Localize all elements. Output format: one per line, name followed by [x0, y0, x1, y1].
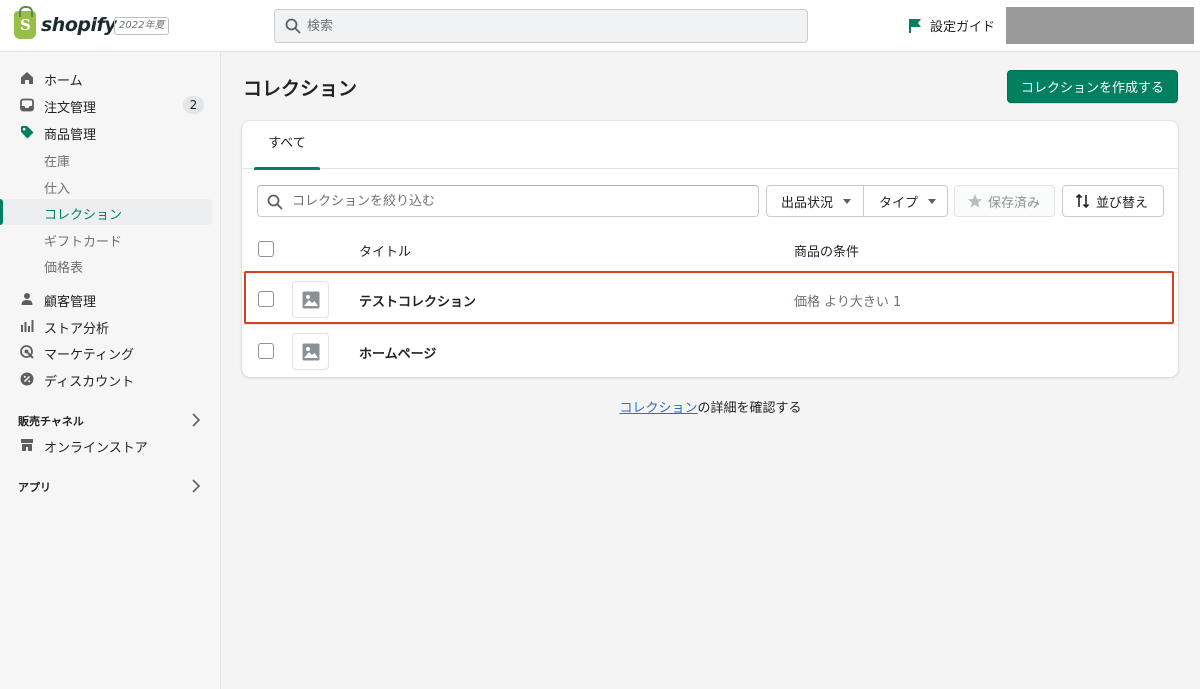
create-collection-button[interactable]: コレクションを作成する: [1007, 70, 1178, 103]
saved-button[interactable]: 保存済み: [954, 185, 1055, 217]
table-row[interactable]: テストコレクション 価格 より大きい 1: [242, 272, 1178, 324]
sales-channels-title: 販売チャネル: [18, 415, 84, 428]
sidebar-item-label: 商品管理: [44, 128, 97, 143]
store-icon: [21, 439, 33, 451]
sort-label: 並び替え: [1096, 195, 1149, 211]
tab-all[interactable]: すべて: [254, 121, 320, 170]
collection-thumbnail: [292, 281, 329, 318]
sidebar-item-label: コレクション: [44, 208, 123, 223]
collection-title[interactable]: ホームページ: [359, 343, 436, 362]
orders-icon: [20, 98, 34, 112]
sidebar-item-purchase-orders[interactable]: 仕入: [0, 173, 221, 199]
sort-button[interactable]: 並び替え: [1062, 185, 1164, 217]
chevron-right-icon[interactable]: [190, 479, 202, 493]
account-menu-redacted[interactable]: [1006, 7, 1194, 44]
sidebar-item-inventory[interactable]: 在庫: [0, 146, 221, 172]
learn-more-text: の詳細を確認する: [697, 401, 802, 416]
sidebar-item-label: ギフトカード: [44, 235, 123, 250]
collection-title[interactable]: テストコレクション: [359, 291, 476, 310]
sidebar-item-marketing[interactable]: マーケティング: [0, 339, 221, 365]
sidebar-item-label: ストア分析: [44, 322, 110, 337]
learn-more-link[interactable]: コレクション: [619, 401, 697, 416]
sidebar-item-label: ホーム: [44, 74, 83, 89]
shopify-bag-icon: S: [14, 6, 36, 39]
sidebar-item-label: 注文管理: [44, 101, 97, 116]
setup-guide-label: 設定ガイド: [930, 20, 996, 35]
page-title: コレクション: [243, 78, 358, 100]
collection-thumbnail: [292, 333, 329, 370]
type-filter-button[interactable]: タイプ: [863, 185, 948, 217]
sidebar-item-label: 顧客管理: [44, 295, 97, 310]
filter-input[interactable]: [292, 186, 752, 216]
sidebar-item-home[interactable]: ホーム: [0, 65, 221, 91]
person-icon: [21, 293, 33, 305]
star-icon: [968, 194, 982, 208]
row-checkbox[interactable]: [258, 343, 274, 359]
row-checkbox[interactable]: [258, 291, 274, 307]
select-all-checkbox[interactable]: [258, 241, 274, 257]
sidebar-item-label: 価格表: [44, 261, 84, 276]
shopify-logo[interactable]: S shopify: [14, 6, 117, 39]
column-header-conditions: 商品の条件: [794, 245, 860, 260]
sidebar-item-analytics[interactable]: ストア分析: [0, 313, 221, 339]
saved-label: 保存済み: [988, 195, 1041, 211]
orders-count-badge: 2: [183, 96, 204, 114]
sidebar: ホーム 注文管理 2 商品管理 在庫 仕入 コレクション ギフトカード 価格表 …: [0, 52, 221, 689]
sidebar-item-label: 在庫: [44, 155, 71, 170]
collection-conditions: 価格 より大きい 1: [794, 295, 902, 310]
type-filter-label: タイプ: [879, 195, 919, 211]
sidebar-item-gift-cards[interactable]: ギフトカード: [0, 226, 221, 252]
collection-filter[interactable]: [257, 185, 759, 217]
search-input[interactable]: [307, 10, 797, 42]
sidebar-item-label: オンラインストア: [44, 441, 148, 456]
sidebar-item-label: 仕入: [44, 182, 71, 197]
edition-badge: 2022年夏: [114, 17, 170, 35]
brand-name: shopify: [41, 14, 117, 36]
logo-letter: S: [20, 16, 31, 34]
sidebar-item-label: マーケティング: [44, 348, 134, 363]
sort-icon: [1075, 193, 1090, 209]
top-bar: S shopify 2022年夏 設定ガイド: [0, 0, 1200, 52]
status-filter-label: 出品状況: [781, 195, 834, 211]
search-icon: [285, 18, 301, 34]
sidebar-item-customers[interactable]: 顧客管理: [0, 286, 221, 312]
analytics-icon: [21, 320, 34, 332]
setup-guide-button[interactable]: 設定ガイド: [908, 16, 995, 35]
discount-icon: [20, 372, 34, 386]
sidebar-item-price-lists[interactable]: 価格表: [0, 252, 221, 278]
flag-icon: [909, 18, 921, 33]
apps-title: アプリ: [18, 481, 51, 494]
column-header-title: タイトル: [359, 245, 412, 260]
home-icon: [21, 72, 33, 84]
sidebar-item-collections[interactable]: コレクション: [0, 199, 212, 225]
tab-bar: すべて: [242, 121, 1178, 170]
table-row[interactable]: ホームページ: [242, 324, 1178, 376]
sidebar-item-discounts[interactable]: ディスカウント: [0, 366, 221, 392]
chevron-right-icon[interactable]: [190, 413, 202, 427]
global-search[interactable]: [274, 9, 808, 43]
image-placeholder-icon: [302, 343, 320, 361]
sidebar-item-online-store[interactable]: オンラインストア: [0, 432, 221, 458]
collections-card: すべて 出品状況 タイプ 保存済み 並び替え タイトル 商品の条件 テストコレク…: [242, 121, 1178, 377]
caret-down-icon: [843, 198, 852, 204]
image-placeholder-icon: [302, 291, 320, 309]
status-filter-button[interactable]: 出品状況: [766, 185, 864, 217]
sidebar-item-products[interactable]: 商品管理: [0, 119, 221, 145]
learn-more-footer: コレクションの詳細を確認する: [221, 397, 1200, 416]
sidebar-item-label: ディスカウント: [44, 375, 135, 390]
sidebar-item-orders[interactable]: 注文管理 2: [0, 92, 221, 118]
search-icon: [267, 194, 283, 210]
target-icon: [20, 345, 34, 359]
tag-icon: [21, 126, 34, 139]
caret-down-icon: [928, 198, 937, 204]
